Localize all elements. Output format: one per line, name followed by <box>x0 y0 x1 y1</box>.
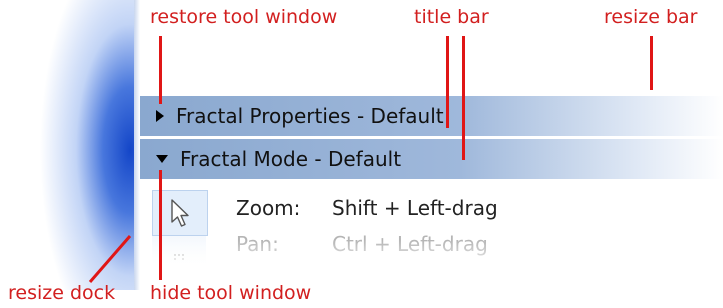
pointer-line-title-bar-1 <box>446 36 449 128</box>
resize-bar[interactable] <box>140 88 723 94</box>
zoom-shortcut-row: Zoom: Shift + Left-drag <box>236 196 498 220</box>
bottom-fade <box>140 240 723 270</box>
pointer-line-title-bar-2 <box>462 36 465 160</box>
fractal-properties-title-bar[interactable]: Fractal Properties - Default <box>140 96 723 136</box>
callout-restore-tool-window: restore tool window <box>150 6 338 28</box>
fractal-mode-title-bar[interactable]: Fractal Mode - Default <box>140 139 723 179</box>
pointer-arrow-icon <box>171 199 189 227</box>
pointer-line-resize-dock <box>88 235 132 283</box>
pointer-line-restore <box>159 36 162 104</box>
triangle-down-icon[interactable] <box>156 155 168 163</box>
callout-hide-tool-window: hide tool window <box>150 282 312 304</box>
triangle-right-icon[interactable] <box>156 110 164 122</box>
fractal-mode-title: Fractal Mode - Default <box>180 147 402 171</box>
pointer-line-resize-bar <box>650 36 653 90</box>
zoom-label: Zoom: <box>236 196 301 220</box>
fractal-properties-title: Fractal Properties - Default <box>176 104 444 128</box>
pointer-line-hide <box>159 170 162 280</box>
callout-resize-bar: resize bar <box>604 6 698 28</box>
zoom-value: Shift + Left-drag <box>332 196 498 220</box>
callout-title-bar: title bar <box>414 6 489 28</box>
